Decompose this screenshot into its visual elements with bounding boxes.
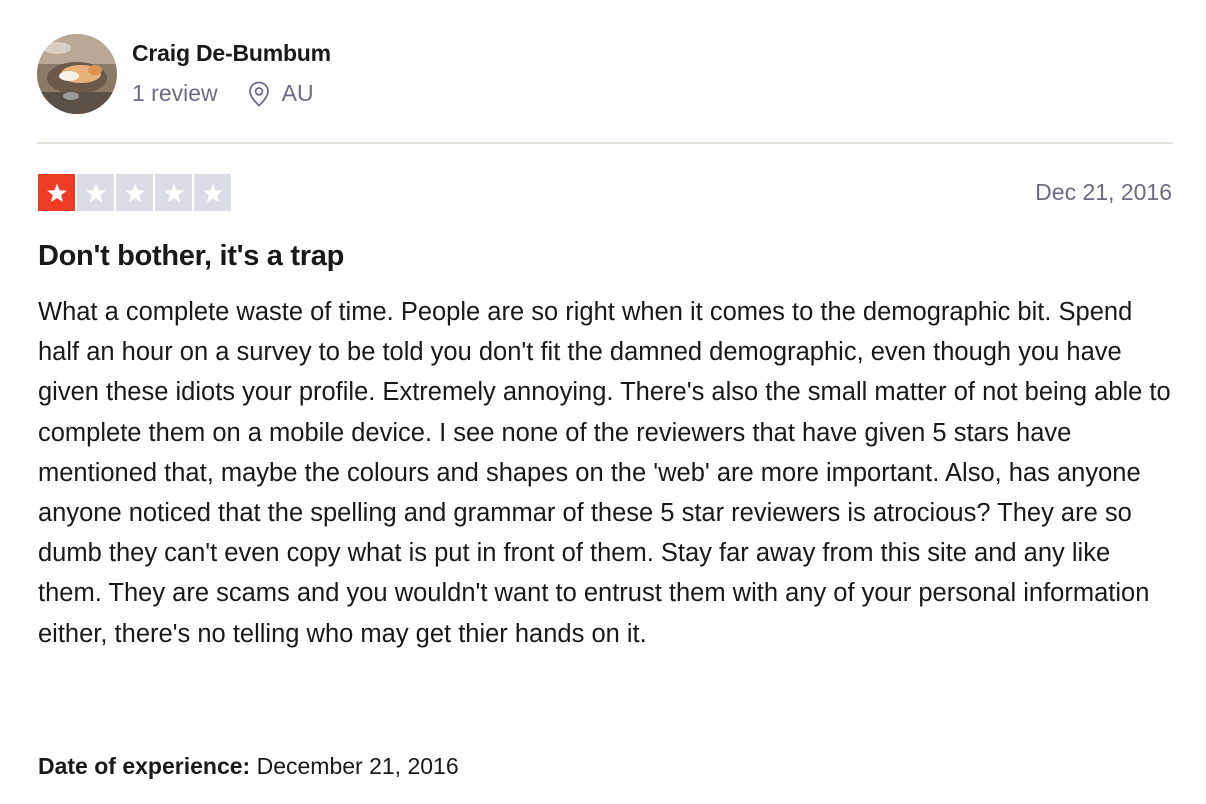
consumer-avatar[interactable] <box>37 34 117 114</box>
review-title-link[interactable]: Don't bother, it's a trap <box>38 240 344 273</box>
location-pin-icon <box>248 81 270 107</box>
star-icon-empty <box>77 174 114 211</box>
consumer-name-link[interactable]: Craig De-Bumbum <box>132 40 331 67</box>
star-icon-empty <box>116 174 153 211</box>
avatar-image <box>37 34 117 114</box>
experience-date: December 21, 2016 <box>256 753 459 779</box>
star-icon-empty <box>194 174 231 211</box>
star-icon-filled <box>38 174 75 211</box>
star-icon-empty <box>155 174 192 211</box>
consumer-meta: 1 review AU <box>132 80 314 107</box>
star-rating <box>38 174 231 211</box>
review-body: What a complete waste of time. People ar… <box>38 298 1171 648</box>
review-count: 1 review <box>132 80 218 106</box>
review-date: Dec 21, 2016 <box>1035 179 1172 205</box>
date-of-experience: Date of experience: December 21, 2016 <box>38 753 459 780</box>
header-divider <box>37 142 1173 144</box>
consumer-location: AU <box>281 80 314 106</box>
experience-label: Date of experience: <box>38 753 251 779</box>
review-card: Craig De-Bumbum 1 review AU Dec 21, 2016 <box>0 0 1206 804</box>
